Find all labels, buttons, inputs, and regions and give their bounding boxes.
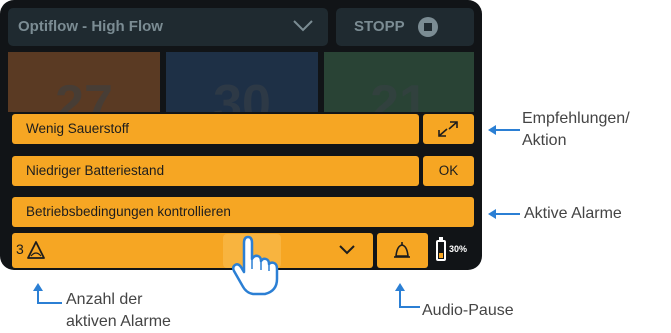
expand-icon	[438, 121, 458, 137]
battery-fill	[439, 253, 443, 258]
mode-selector[interactable]: Optiflow - High Flow	[8, 8, 328, 46]
ok-button[interactable]: OK	[423, 156, 474, 186]
callout-audio-pause: Audio-Pause	[422, 302, 514, 319]
bell-icon	[394, 242, 410, 258]
chevron-down-icon	[339, 245, 355, 255]
mode-label: Optiflow - High Flow	[18, 18, 163, 35]
tile-value: 30	[213, 75, 271, 112]
callout-alarm-count: Anzahl der aktiven Alarme	[66, 291, 171, 330]
alarm-low-battery[interactable]: Niedriger Batteriestand	[12, 156, 419, 186]
parameter-tile-2[interactable]: 30	[166, 52, 318, 112]
alarm-count-dropdown[interactable]: 3	[12, 233, 373, 268]
alarm-low-oxygen[interactable]: Wenig Sauerstoff	[12, 114, 419, 144]
alarm-text: Betriebsbedingungen kontrollieren	[26, 204, 231, 219]
arrow-recommendations	[488, 125, 520, 135]
battery-indicator: 30%	[432, 237, 474, 265]
audio-pause-button[interactable]	[377, 233, 428, 268]
battery-percent: 30%	[449, 244, 468, 254]
stop-button[interactable]: STOPP	[336, 8, 474, 46]
tile-value: 27	[55, 75, 113, 112]
parameter-tile-1[interactable]: 27	[8, 52, 160, 112]
stop-icon	[418, 17, 438, 37]
alarm-text: Niedriger Batteriestand	[26, 163, 165, 178]
chevron-down-icon	[293, 20, 313, 32]
stop-label: STOPP	[354, 18, 405, 35]
device-screen: Optiflow - High Flow STOPP 27 30 21 Weni…	[0, 0, 482, 270]
alarm-check-conditions[interactable]: Betriebsbedingungen kontrollieren	[12, 197, 474, 227]
arrow-alarm-count	[33, 283, 62, 304]
arrow-audio-pause	[395, 283, 420, 308]
top-bar: Optiflow - High Flow STOPP	[0, 0, 482, 50]
battery-icon	[436, 237, 446, 261]
pointer-hand-icon	[231, 235, 279, 296]
callout-active-alarms: Aktive Alarme	[524, 205, 622, 222]
tile-value: 21	[370, 75, 428, 112]
callout-recommendations: Empfehlungen/ Aktion	[522, 110, 630, 149]
arrow-active-alarms	[488, 209, 520, 219]
parameter-tile-3[interactable]: 21	[324, 52, 474, 112]
alarm-bell-icon	[27, 241, 45, 259]
alarm-text: Wenig Sauerstoff	[26, 121, 130, 136]
expand-recommendation-button[interactable]	[423, 114, 474, 144]
alarm-count: 3	[16, 241, 24, 257]
